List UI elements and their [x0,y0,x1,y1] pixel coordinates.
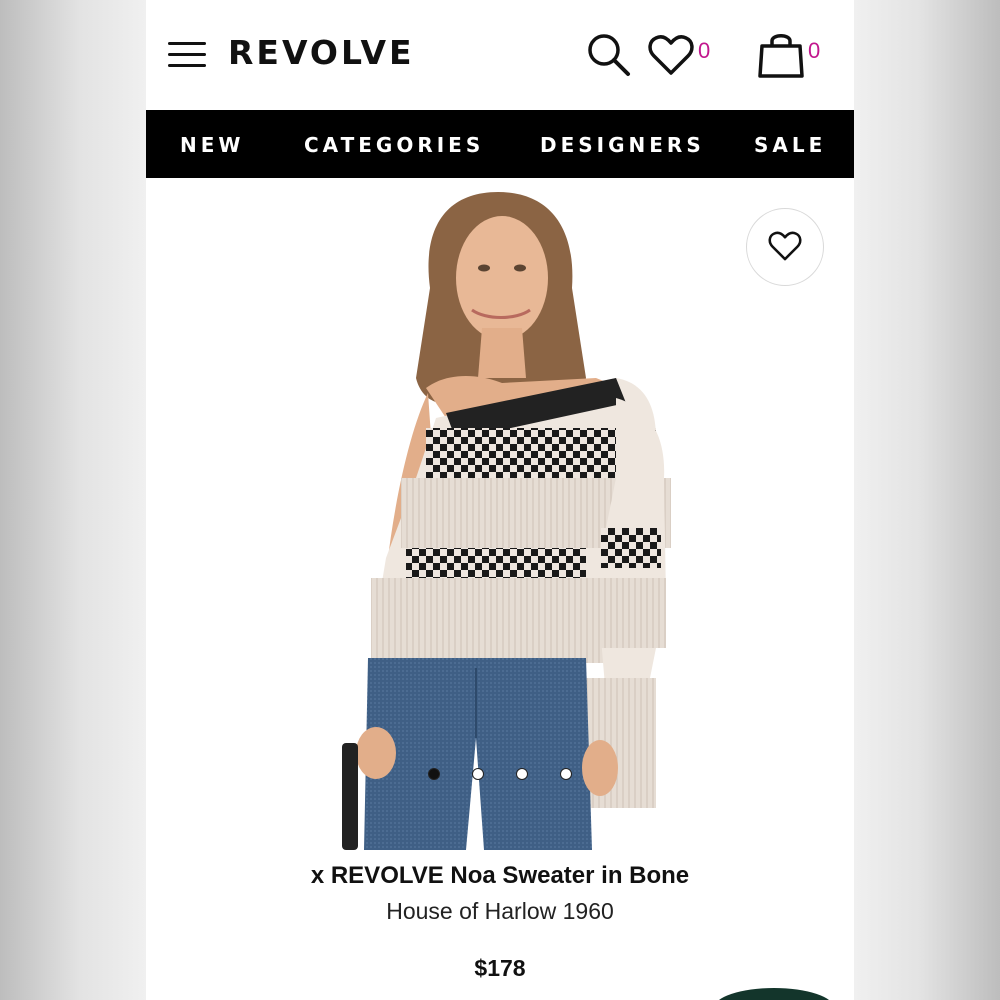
product-brand[interactable]: House of Harlow 1960 [146,898,854,925]
mobile-screen: REVOLVE 0 0 NEW CATEGORIES DESIGNERS SAL… [146,0,854,1000]
carousel-dot-3[interactable] [516,768,528,780]
product-title: x REVOLVE Noa Sweater in Bone [310,862,690,889]
carousel-dot-1[interactable] [428,768,440,780]
product-price: $178 [474,955,526,981]
product-image[interactable] [146,178,854,850]
nav-item-sale[interactable]: SALE [754,110,826,178]
logo[interactable]: REVOLVE [228,33,415,72]
hamburger-menu-icon[interactable] [168,42,206,68]
main-nav: NEW CATEGORIES DESIGNERS SALE [146,110,854,178]
chat-button[interactable] [714,988,834,1000]
header: REVOLVE 0 0 [146,0,854,108]
nav-item-new[interactable]: NEW [180,110,244,178]
nav-item-categories[interactable]: CATEGORIES [304,110,484,178]
heart-icon [768,231,802,261]
nav-item-designers[interactable]: DESIGNERS [540,110,705,178]
shopping-bag-icon[interactable] [756,30,806,80]
heart-icon[interactable] [647,33,695,77]
bag-count: 0 [808,38,821,63]
favorite-button[interactable] [746,208,824,286]
image-carousel-dots [146,768,854,788]
product-photo [342,192,671,850]
carousel-dot-4[interactable] [560,768,572,780]
search-icon[interactable] [584,30,632,78]
wishlist-count: 0 [698,38,711,63]
carousel-dot-2[interactable] [472,768,484,780]
